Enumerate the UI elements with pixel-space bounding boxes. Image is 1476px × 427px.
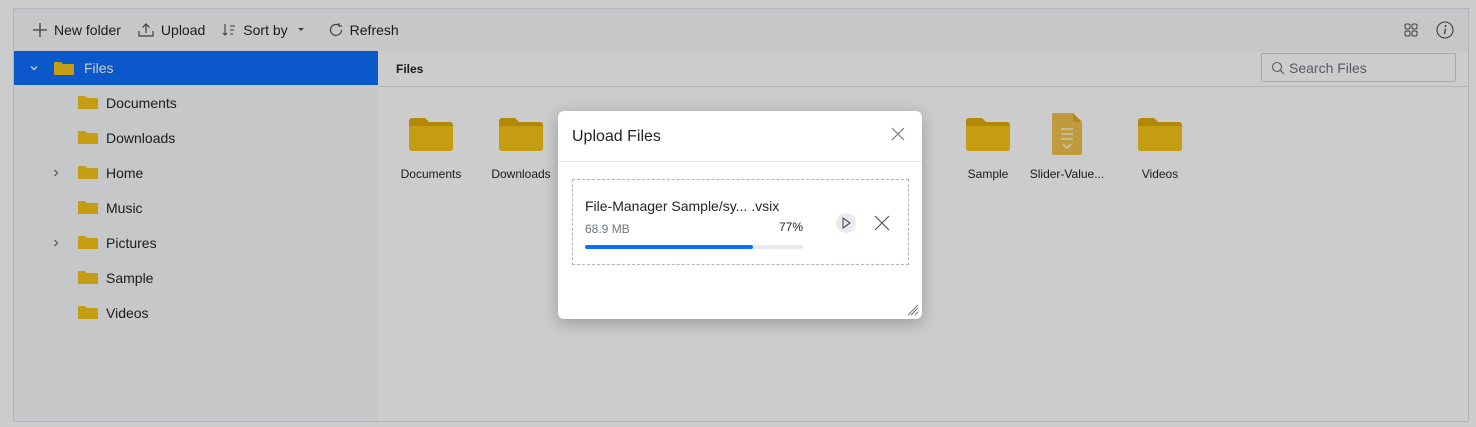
upload-progress-bar bbox=[585, 245, 803, 249]
resize-handle-icon[interactable] bbox=[907, 304, 919, 316]
upload-file-name: File-Manager Sample/sy... .vsix bbox=[585, 198, 780, 214]
dialog-title: Upload Files bbox=[572, 128, 661, 145]
dialog-header: Upload Files bbox=[558, 111, 922, 162]
resume-icon[interactable] bbox=[835, 212, 857, 234]
upload-dialog: Upload Files File-Manager Sample/sy... .… bbox=[558, 111, 922, 319]
close-icon[interactable] bbox=[890, 126, 906, 142]
upload-percent: 77% bbox=[779, 220, 804, 234]
upload-progress-fill bbox=[585, 245, 753, 249]
upload-file-size: 68.9 MB bbox=[585, 222, 630, 236]
remove-upload-icon[interactable] bbox=[873, 214, 891, 232]
upload-file-item: File-Manager Sample/sy... .vsix 68.9 MB … bbox=[572, 179, 909, 265]
